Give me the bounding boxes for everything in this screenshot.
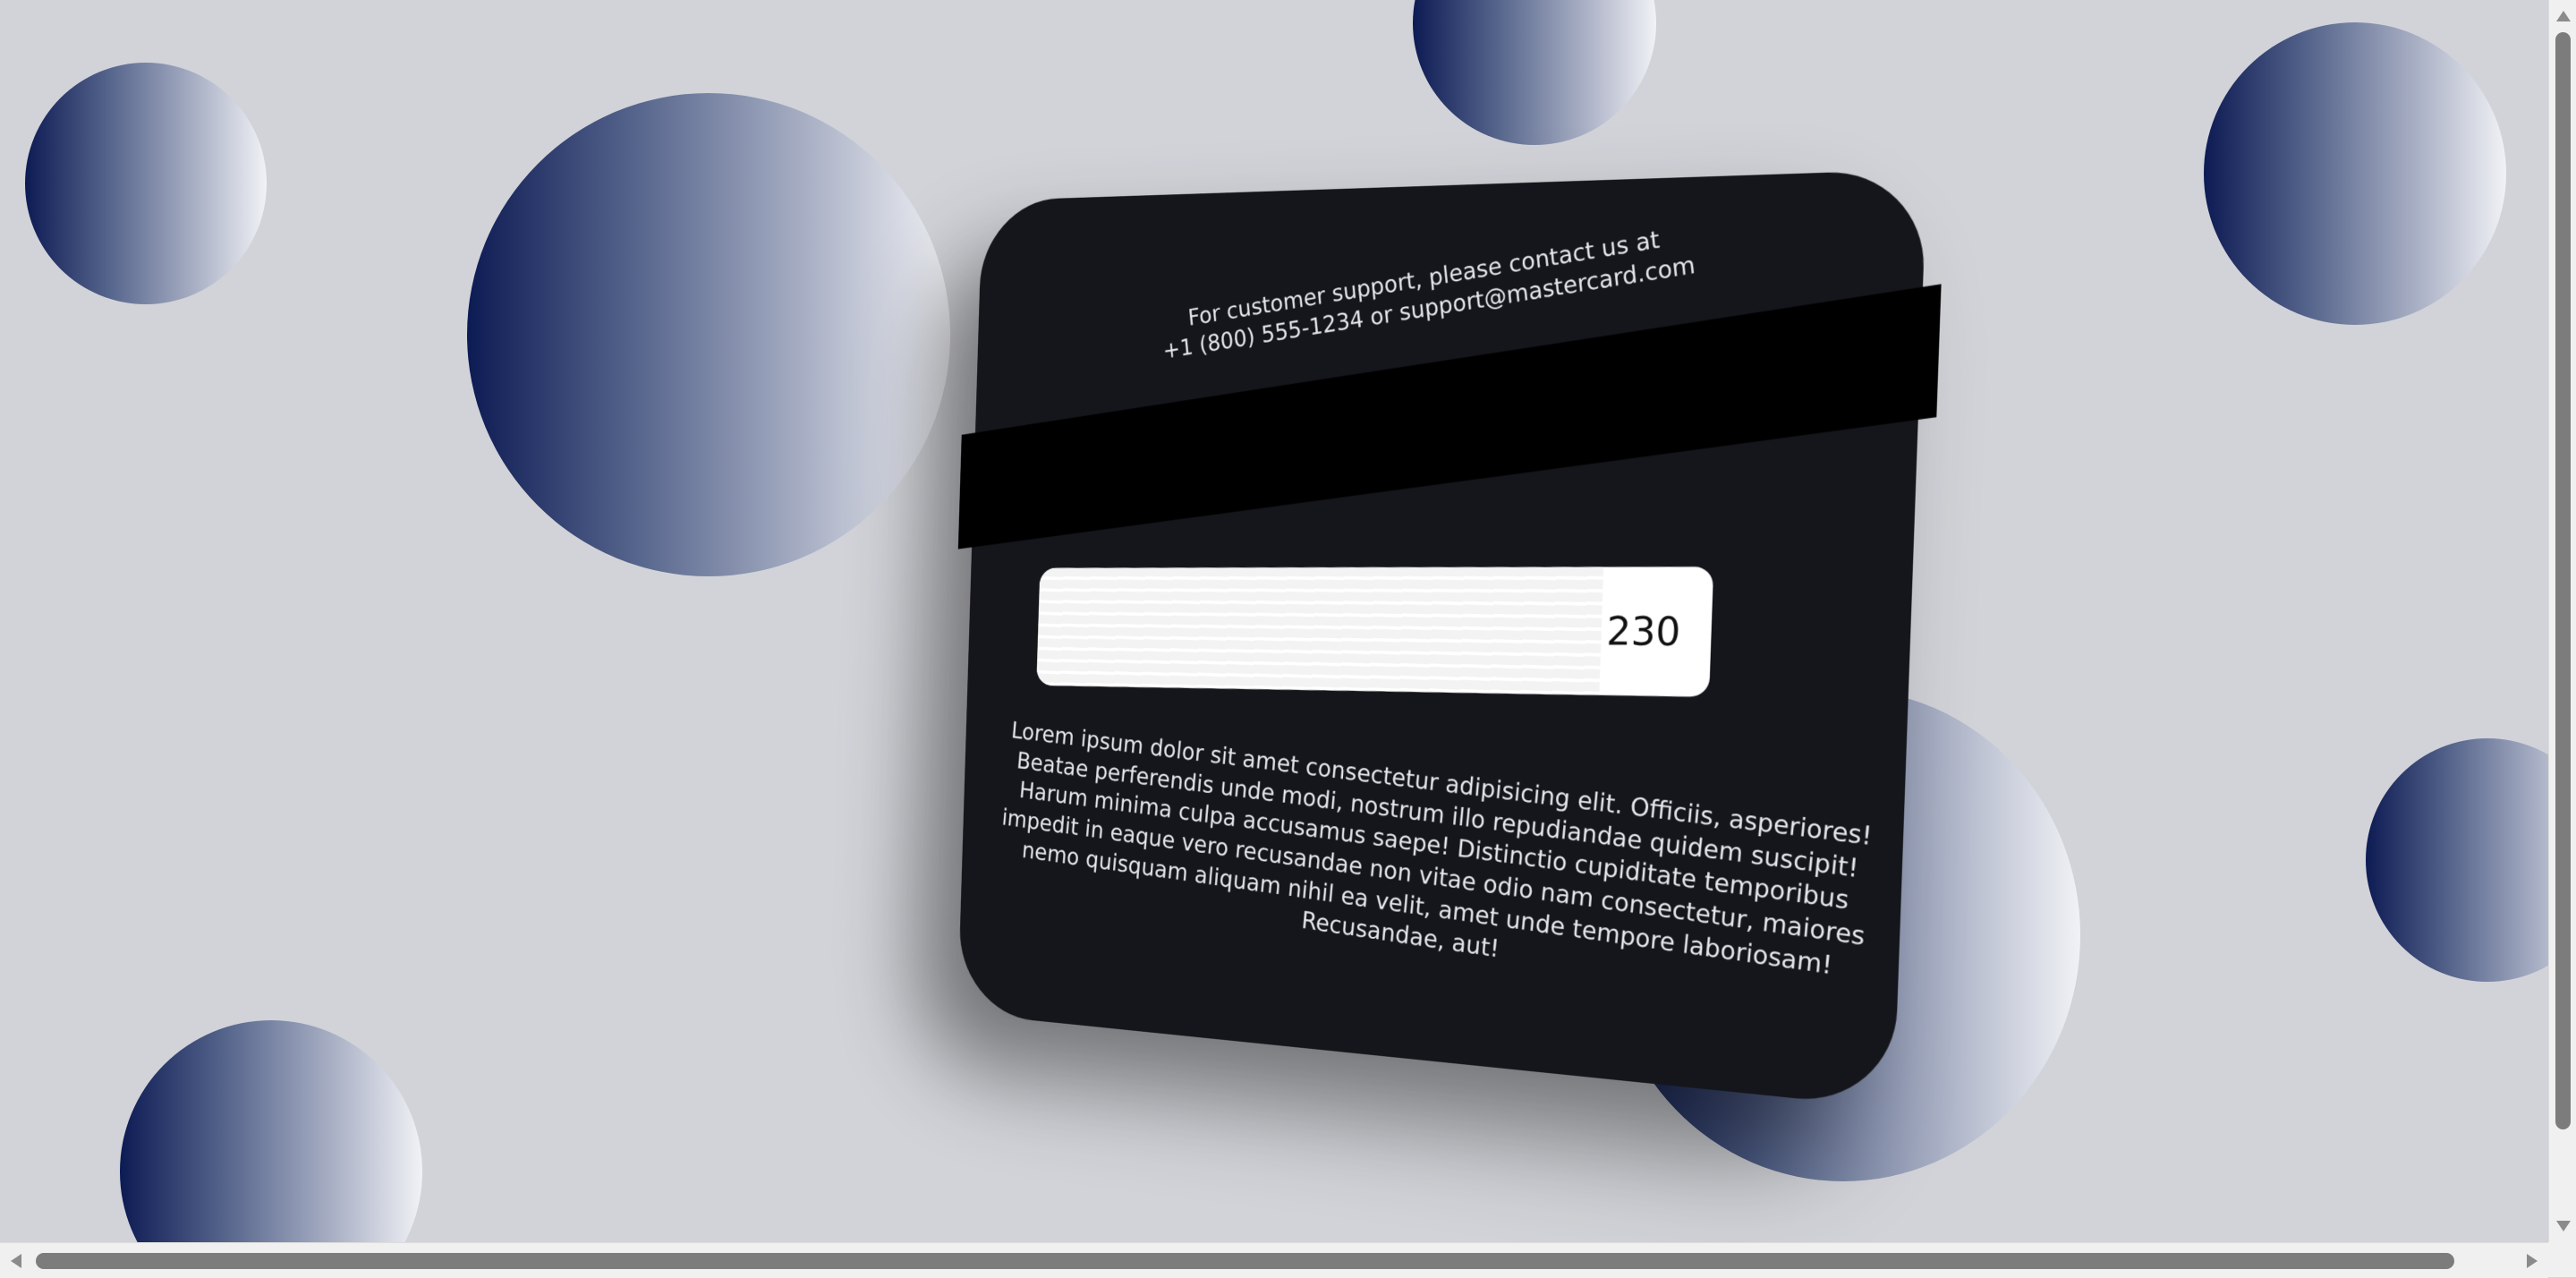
horizontal-scroll-thumb[interactable]	[36, 1253, 2454, 1269]
decorative-bubble	[2366, 738, 2548, 982]
decorative-bubble	[2204, 22, 2506, 325]
decorative-bubble	[25, 63, 267, 304]
signature-panel: 230	[1036, 567, 1714, 697]
decorative-bubble	[120, 1020, 422, 1242]
card-stage: For customer support, please contact us …	[841, 169, 1942, 1110]
page-viewport: For customer support, please contact us …	[0, 0, 2548, 1242]
legal-text: Lorem ipsum dolor sit amet consectetur a…	[1000, 716, 1874, 980]
vertical-scrollbar[interactable]	[2548, 0, 2576, 1242]
scrollbar-corner	[2548, 1242, 2576, 1277]
vertical-scroll-thumb[interactable]	[2555, 32, 2571, 1129]
cvv-code: 230	[1605, 608, 1682, 655]
scroll-left-arrow-icon[interactable]	[11, 1254, 21, 1268]
horizontal-scrollbar[interactable]	[0, 1242, 2548, 1278]
scroll-up-arrow-icon[interactable]	[2556, 11, 2571, 21]
scroll-right-arrow-icon[interactable]	[2527, 1254, 2538, 1268]
credit-card-back: For customer support, please contact us …	[957, 169, 1942, 1109]
signature-lines	[1036, 567, 1604, 695]
scroll-down-arrow-icon[interactable]	[2556, 1221, 2571, 1231]
decorative-bubble	[1413, 0, 1656, 145]
